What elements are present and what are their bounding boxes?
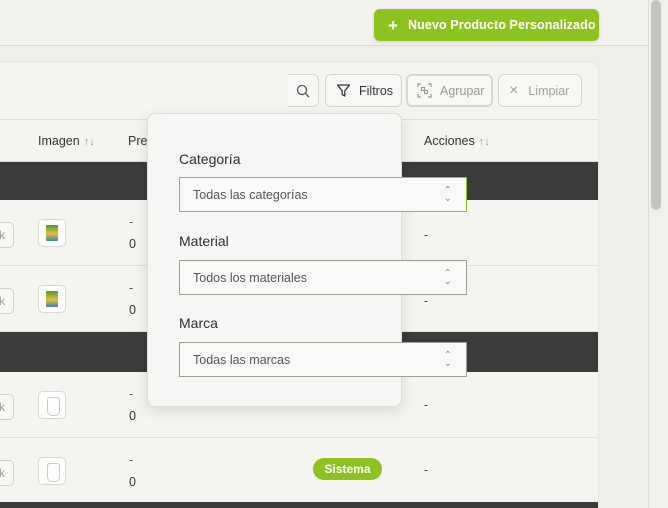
- search-button[interactable]: [288, 74, 319, 107]
- group-header-row[interactable]: [0, 502, 598, 508]
- product-thumbnail: [38, 285, 66, 313]
- price-text: -: [129, 215, 134, 229]
- sort-icon: ↑↓: [83, 136, 95, 148]
- product-thumbnail: [38, 391, 66, 419]
- actions-cell: -: [424, 398, 429, 412]
- row-action-button[interactable]: k: [0, 222, 14, 248]
- brand-label: Marca: [179, 315, 218, 331]
- category-label: Categoría: [179, 151, 241, 167]
- actions-cell: -: [424, 228, 429, 242]
- material-label: Material: [179, 233, 229, 249]
- price-value: 0: [129, 237, 136, 251]
- price-value: 0: [129, 409, 136, 423]
- page-scrollbar[interactable]: [648, 0, 668, 508]
- chevron-up-down-icon: ⌃ ⌄: [443, 268, 452, 287]
- actions-cell: -: [424, 294, 429, 308]
- status-badge: Sistema: [313, 458, 382, 480]
- column-header-price[interactable]: Pre: [128, 134, 147, 148]
- filters-label: Filtros: [359, 83, 394, 98]
- chevron-up-down-icon: ⌃ ⌄: [443, 185, 452, 204]
- filter-icon: [336, 84, 351, 97]
- group-button[interactable]: Agrupar: [406, 74, 493, 107]
- table-row: k - 0 Sistema -: [0, 438, 598, 504]
- sort-icon: ↑↓: [478, 136, 490, 148]
- row-action-button[interactable]: k: [0, 394, 14, 420]
- close-icon: ×: [509, 81, 519, 99]
- clear-label: Limpiar: [528, 83, 570, 98]
- material-select-value: Todos los materiales: [193, 270, 307, 285]
- plus-icon: +: [388, 15, 399, 35]
- new-custom-product-button[interactable]: + Nuevo Producto Personalizado: [374, 9, 599, 41]
- new-custom-product-label: Nuevo Producto Personalizado: [408, 18, 596, 32]
- search-icon: [296, 84, 310, 97]
- top-bar: + Nuevo Producto Personalizado: [0, 0, 648, 46]
- product-thumbnail: [38, 219, 66, 247]
- column-header-actions[interactable]: Acciones ↑↓: [424, 134, 490, 148]
- price-value: 0: [129, 303, 136, 317]
- row-action-button[interactable]: k: [0, 288, 14, 314]
- brand-select[interactable]: Todas las marcas ⌃ ⌄: [179, 342, 467, 377]
- actions-cell: -: [424, 463, 429, 477]
- group-icon: [417, 83, 432, 98]
- brand-select-value: Todas las marcas: [193, 352, 291, 367]
- column-header-image[interactable]: Imagen ↑↓: [38, 134, 95, 148]
- material-select[interactable]: Todos los materiales ⌃ ⌄: [179, 260, 467, 295]
- table-toolbar: Filtros Agrupar × Limpiar: [0, 63, 598, 120]
- clear-button[interactable]: × Limpiar: [498, 74, 582, 107]
- price-text: -: [129, 387, 134, 401]
- category-select-value: Todas las categorías: [193, 187, 308, 202]
- category-select[interactable]: Todas las categorías ⌃ ⌄: [179, 177, 467, 212]
- filters-button[interactable]: Filtros: [325, 74, 402, 107]
- price-value: 0: [129, 475, 136, 489]
- chevron-up-down-icon: ⌃ ⌄: [443, 350, 452, 369]
- filters-popover: Categoría Todas las categorías ⌃ ⌄ Materi…: [147, 113, 467, 407]
- price-text: -: [129, 453, 134, 467]
- scrollbar-thumb[interactable]: [651, 0, 661, 210]
- row-action-button[interactable]: k: [0, 460, 14, 486]
- price-text: -: [129, 281, 134, 295]
- group-label: Agrupar: [440, 83, 485, 98]
- product-thumbnail: [38, 457, 66, 485]
